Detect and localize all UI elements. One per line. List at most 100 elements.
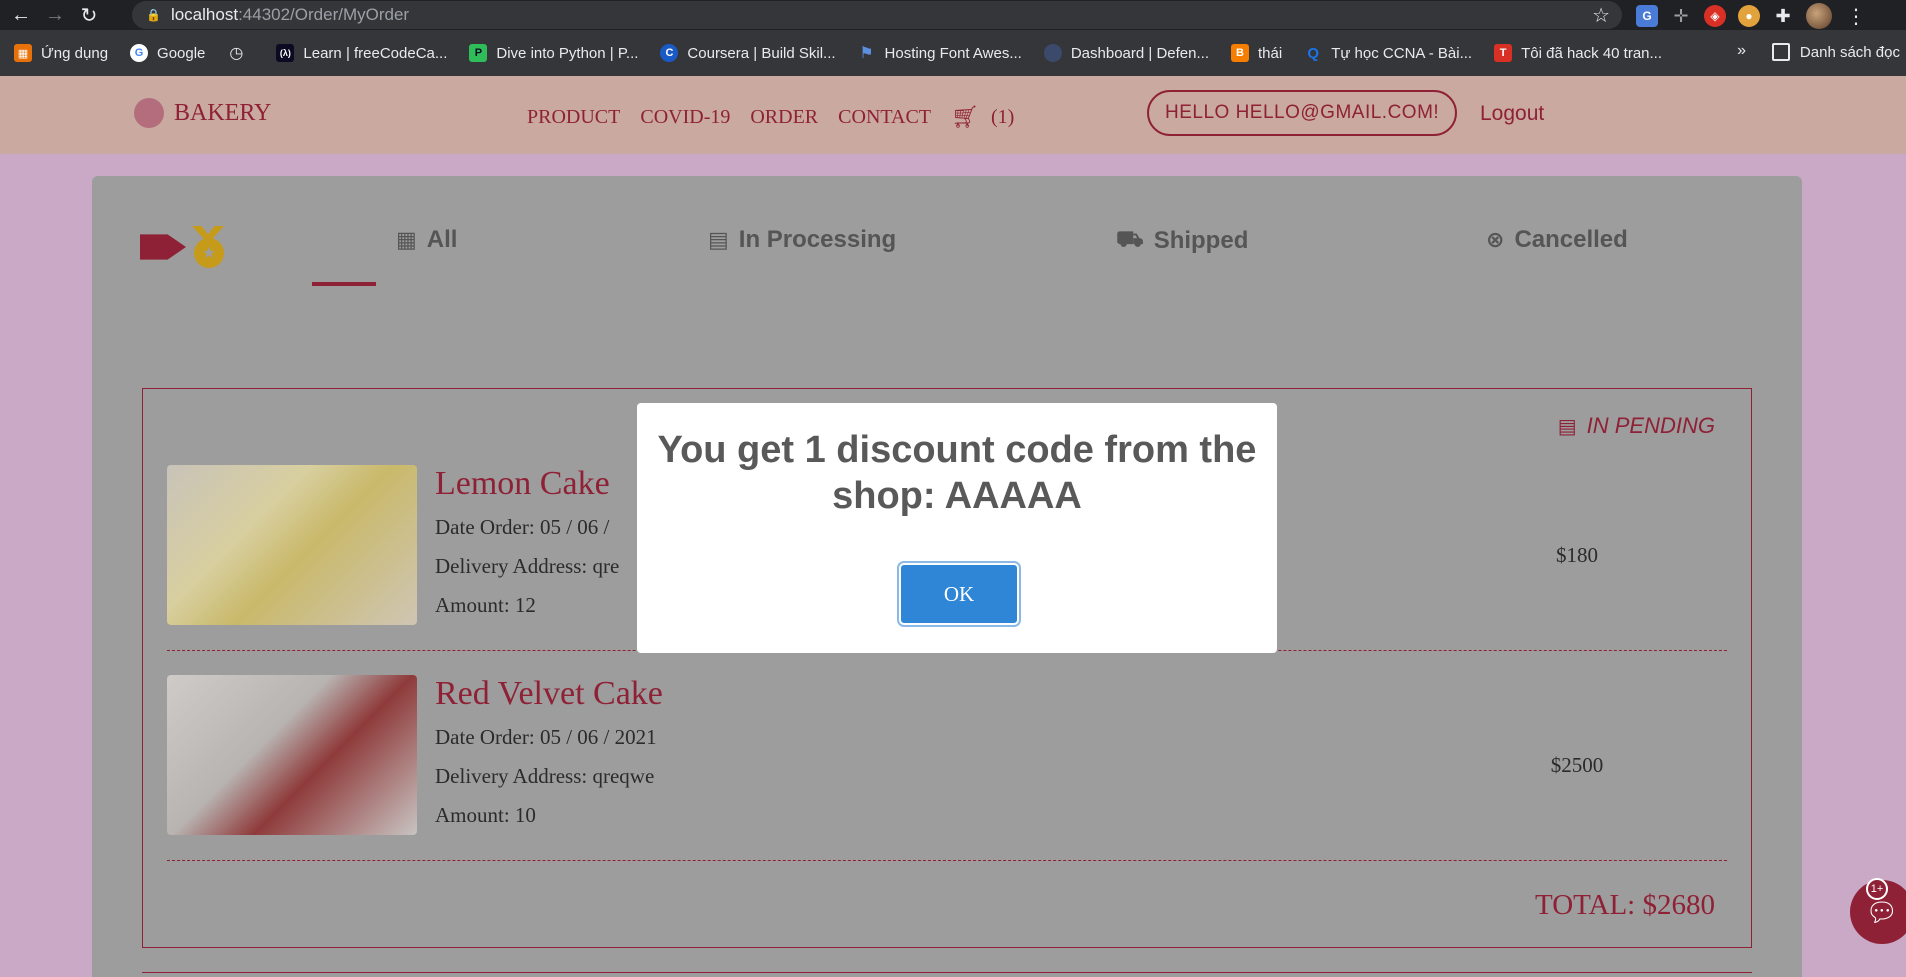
bookmark-star-icon[interactable]: ☆ (1592, 3, 1610, 28)
account-button[interactable]: HELLO HELLO@GMAIL.COM! (1147, 90, 1458, 136)
tab-cancelled[interactable]: ⊗ Cancelled (1486, 226, 1628, 254)
item-date: Date Order: 05 / 06 / 2021 (435, 725, 657, 749)
browser-toolbar: ← → ↻ 🔒 localhost:44302/Order/MyOrder ☆ … (0, 0, 1906, 30)
cookie-icon[interactable]: ● (1738, 5, 1760, 27)
modal-message: You get 1 discount code from the shop: A… (657, 429, 1257, 517)
bookmark-label: Learn | freeCodeCa... (303, 44, 448, 62)
bookmark-item[interactable]: (λ) Learn | freeCodeCa... (276, 44, 447, 62)
bookmark-item[interactable]: C Coursera | Build Skil... (660, 44, 836, 62)
item-address: Delivery Address: qreqwe (435, 764, 655, 788)
item-price: $2500 (1550, 753, 1604, 777)
discount-modal: You get 1 discount code from the shop: A… (637, 403, 1277, 653)
freecodecamp-icon: (λ) (276, 44, 295, 62)
lock-icon: 🔒 (146, 8, 161, 22)
item-divider (167, 860, 1727, 861)
order-status-label: IN PENDING (1586, 413, 1715, 438)
bookmark-item[interactable]: ▦ Ứng dụng (14, 44, 108, 62)
back-arrow-icon[interactable]: ← (8, 2, 34, 28)
ok-button[interactable]: OK (897, 561, 1021, 627)
bookmark-item[interactable]: P Dive into Python | P... (469, 44, 638, 62)
item-amount: Amount: 10 (435, 803, 536, 827)
url-path: :44302/Order/MyOrder (238, 5, 410, 24)
bookmarks-bar: ▦ Ứng dụng G Google ◷ (λ) Learn | freeCodeC… (0, 30, 1906, 76)
bookmark-item[interactable]: ⚑ Hosting Font Awes... (858, 44, 1022, 63)
nav-covid[interactable]: COVID-19 (640, 106, 730, 129)
bookmark-label: Google (157, 44, 206, 62)
box-open-icon: ▤ (708, 227, 729, 252)
profile-avatar[interactable] (1806, 3, 1832, 29)
logout-link[interactable]: Logout (1480, 102, 1544, 126)
next-order-box (142, 972, 1752, 977)
menu-kebab-icon[interactable]: ⋮ (1846, 4, 1866, 29)
bookmark-label: Ứng dụng (41, 44, 109, 62)
url-host: localhost (170, 5, 239, 24)
translate-icon[interactable]: G (1636, 5, 1658, 27)
order-tabs: ▦ All ▤ In Processing ⛟ Shipped ⊗ Cancel… (92, 226, 1802, 286)
bookmark-item[interactable]: ◷ (227, 44, 254, 62)
nav-contact[interactable]: CONTACT (838, 106, 931, 129)
bookmark-label: Dashboard | Defen... (1070, 44, 1209, 62)
item-amount: Amount: 12 (435, 593, 536, 617)
shopping-cart-icon: 🛒︎ (951, 104, 979, 129)
puzzle-icon[interactable]: ✚ (1772, 5, 1794, 27)
order-total: TOTAL: $2680 (1535, 889, 1715, 921)
item-name: Red Velvet Cake (435, 675, 663, 712)
truck-icon: ⛟ (1116, 226, 1144, 251)
bookmark-label: Coursera | Build Skil... (687, 44, 836, 62)
brand-name: BAKERY (174, 99, 272, 126)
blogger-icon: B (1231, 44, 1249, 62)
bookmark-label: Hosting Font Awes... (884, 44, 1022, 62)
nav-product[interactable]: PRODUCT (527, 106, 620, 129)
bookmark-item[interactable]: Dashboard | Defen... (1043, 44, 1209, 62)
search-q-icon: Q (1307, 44, 1320, 62)
grid-icon: ▦ (396, 227, 417, 252)
box-open-icon: ▤ (1557, 415, 1577, 438)
chat-bubble-icon: 💬︎ (1865, 896, 1899, 927)
more-bookmarks-button[interactable]: » (1737, 42, 1746, 60)
shield-icon[interactable]: ◈ (1704, 5, 1726, 27)
tab-in-processing[interactable]: ▤ In Processing (708, 226, 896, 254)
forward-arrow-icon[interactable]: → (42, 2, 68, 28)
history-icon: ◷ (229, 45, 244, 62)
item-price: $180 (1556, 543, 1598, 567)
bookmark-label: Tôi đã hack 40 tran... (1521, 44, 1663, 62)
order-item: Red Velvet Cake Date Order: 05 / 06 / 20… (167, 675, 1727, 835)
item-name: Lemon Cake (435, 465, 610, 502)
item-date: Date Order: 05 / 06 / (435, 515, 610, 539)
google-icon: G (130, 44, 149, 62)
chat-badge: 1+ (1866, 878, 1888, 900)
bookmark-item[interactable]: G Google (130, 44, 205, 62)
nav-order[interactable]: ORDER (750, 106, 818, 129)
tab-label: In Processing (738, 226, 897, 253)
reading-list[interactable]: Danh sách đọc (1771, 43, 1900, 61)
bookmark-label: Dive into Python | P... (496, 44, 639, 62)
reload-icon[interactable]: ↻ (76, 2, 102, 28)
tab-label: Shipped (1153, 226, 1249, 254)
bookmark-label: Tự học CCNA - Bài... (1331, 44, 1473, 62)
t-icon: T (1494, 44, 1513, 62)
bookmark-item[interactable]: Bthái (1231, 44, 1282, 62)
bookmark-item[interactable]: Q Tự học CCNA - Bài... (1304, 44, 1472, 62)
item-address: Delivery Address: qre (435, 554, 620, 578)
bookmark-item[interactable]: T Tôi đã hack 40 tran... (1494, 44, 1662, 62)
cart-link[interactable]: 🛒︎ (1) (951, 104, 1014, 130)
site-logo[interactable]: BAKERY (134, 98, 271, 128)
tab-all[interactable]: ▦ All (396, 226, 457, 254)
order-status-badge: ▤ IN PENDING (1558, 413, 1715, 439)
times-circle-icon: ⊗ (1486, 227, 1505, 252)
address-bar[interactable]: 🔒 localhost:44302/Order/MyOrder ☆ (132, 1, 1622, 29)
coursera-icon: C (660, 44, 679, 62)
tab-shipped[interactable]: ⛟ Shipped (1116, 226, 1248, 255)
bakery-logo-icon (134, 98, 164, 128)
site-header: BAKERY PRODUCT COVID-19 ORDER CONTACT 🛒︎… (0, 76, 1906, 154)
move-icon[interactable]: ✛ (1670, 5, 1692, 27)
extensions-area: G ✛ ◈ ● ✚ ⋮ (1636, 3, 1866, 29)
main-nav: PRODUCT COVID-19 ORDER CONTACT 🛒︎ (1) (527, 104, 1014, 130)
python-icon: P (469, 44, 488, 62)
cart-count: (1) (990, 105, 1015, 128)
lemon-cake-image (167, 465, 417, 625)
red-velvet-cake-image (167, 675, 417, 835)
flag-icon: ⚑ (859, 45, 874, 62)
tab-label: Cancelled (1514, 226, 1628, 253)
active-tab-indicator (312, 282, 376, 286)
